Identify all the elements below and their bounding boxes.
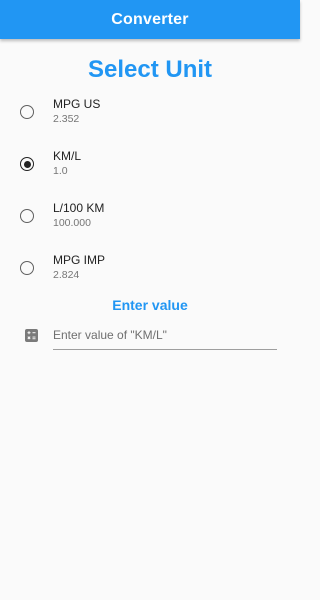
unit-value: 1.0 bbox=[53, 165, 68, 177]
unit-label: L/100 KM bbox=[53, 201, 105, 215]
unit-option-mpg-imp[interactable]: MPG IMP 2.824 bbox=[0, 243, 300, 295]
enter-value-title: Enter value bbox=[112, 297, 188, 313]
unit-label: KM/L bbox=[53, 149, 82, 163]
unit-value: 100.000 bbox=[53, 217, 91, 229]
calculator-icon bbox=[25, 329, 38, 342]
unit-option-km-l[interactable]: KM/L 1.0 bbox=[0, 139, 300, 191]
radio-mpg-imp[interactable] bbox=[20, 261, 34, 275]
unit-label: MPG IMP bbox=[53, 253, 106, 267]
app-bar: Converter bbox=[0, 0, 300, 39]
app-title: Converter bbox=[111, 10, 189, 28]
value-input[interactable] bbox=[53, 321, 277, 350]
radio-dot bbox=[23, 160, 31, 168]
page-heading: Select Unit bbox=[87, 56, 213, 83]
unit-value: 2.824 bbox=[53, 269, 80, 281]
unit-option-mpg-us[interactable]: MPG US 2.352 bbox=[0, 87, 300, 139]
radio-km-l[interactable] bbox=[20, 157, 34, 171]
unit-options: MPG US 2.352 KM/L 1.0 L/100 KM 100.000 M… bbox=[0, 87, 300, 295]
radio-mpg-us[interactable] bbox=[20, 105, 34, 119]
radio-l-100km[interactable] bbox=[20, 209, 34, 223]
value-input-row bbox=[0, 315, 300, 365]
unit-label: MPG US bbox=[53, 97, 101, 111]
unit-value: 2.352 bbox=[53, 113, 80, 125]
unit-option-l-100km[interactable]: L/100 KM 100.000 bbox=[0, 191, 300, 243]
